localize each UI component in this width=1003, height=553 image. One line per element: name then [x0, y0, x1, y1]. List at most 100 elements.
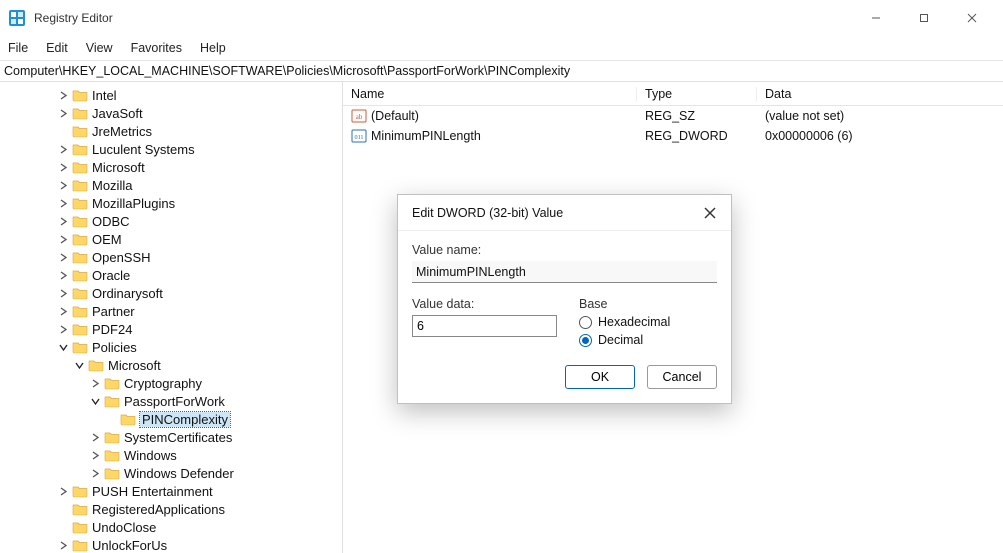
tree-label: JavaSoft [92, 106, 143, 121]
tree-label: Policies [92, 340, 137, 355]
list-row[interactable]: 011MinimumPINLengthREG_DWORD0x00000006 (… [343, 126, 1003, 146]
tree-item[interactable]: Microsoft [0, 158, 342, 176]
expand-collapse-icon[interactable] [56, 232, 70, 246]
expand-collapse-icon[interactable] [88, 394, 102, 408]
expand-collapse-icon[interactable] [56, 196, 70, 210]
tree-item[interactable]: JavaSoft [0, 104, 342, 122]
tree-item[interactable]: Luculent Systems [0, 140, 342, 158]
tree-label: OpenSSH [92, 250, 151, 265]
tree-item[interactable]: PINComplexity [0, 410, 342, 428]
tree-item[interactable]: RegisteredApplications [0, 500, 342, 518]
tree-item[interactable]: UnlockForUs [0, 536, 342, 553]
tree-item[interactable]: MozillaPlugins [0, 194, 342, 212]
tree-item[interactable]: Policies [0, 338, 342, 356]
svg-text:ab: ab [356, 113, 363, 121]
base-label: Base [579, 297, 717, 311]
list-row[interactable]: ab(Default)REG_SZ(value not set) [343, 106, 1003, 126]
tree-item[interactable]: UndoClose [0, 518, 342, 536]
tree-label: PDF24 [92, 322, 132, 337]
folder-icon [104, 376, 120, 390]
tree-label: SystemCertificates [124, 430, 232, 445]
menu-file[interactable]: File [8, 41, 28, 55]
col-data[interactable]: Data [757, 87, 1003, 101]
tree-label: Mozilla [92, 178, 132, 193]
value-name-field[interactable] [412, 261, 717, 283]
expand-collapse-icon[interactable] [56, 502, 70, 516]
expand-collapse-icon[interactable] [56, 106, 70, 120]
address-bar[interactable]: Computer\HKEY_LOCAL_MACHINE\SOFTWARE\Pol… [0, 60, 1003, 82]
folder-icon [72, 250, 88, 264]
expand-collapse-icon[interactable] [56, 88, 70, 102]
folder-icon [72, 322, 88, 336]
tree-item[interactable]: Mozilla [0, 176, 342, 194]
minimize-button[interactable] [853, 3, 899, 33]
close-button[interactable] [949, 3, 995, 33]
dialog-close-button[interactable] [695, 201, 725, 225]
expand-collapse-icon[interactable] [56, 322, 70, 336]
expand-collapse-icon[interactable] [56, 340, 70, 354]
value-type-icon: ab [351, 108, 367, 124]
tree-item[interactable]: Windows [0, 446, 342, 464]
expand-collapse-icon[interactable] [56, 142, 70, 156]
tree-item[interactable]: Ordinarysoft [0, 284, 342, 302]
expand-collapse-icon[interactable] [56, 520, 70, 534]
folder-icon [72, 286, 88, 300]
expand-collapse-icon[interactable] [56, 160, 70, 174]
expand-collapse-icon[interactable] [56, 178, 70, 192]
value-data-field[interactable] [412, 315, 557, 337]
tree-pane[interactable]: IntelJavaSoftJreMetricsLuculent SystemsM… [0, 82, 343, 553]
tree-item[interactable]: JreMetrics [0, 122, 342, 140]
tree-item[interactable]: Windows Defender [0, 464, 342, 482]
tree-item[interactable]: Partner [0, 302, 342, 320]
tree-item[interactable]: OEM [0, 230, 342, 248]
expand-collapse-icon[interactable] [56, 124, 70, 138]
tree-label: MozillaPlugins [92, 196, 175, 211]
col-name[interactable]: Name [343, 87, 637, 101]
expand-collapse-icon[interactable] [88, 448, 102, 462]
tree-item[interactable]: PDF24 [0, 320, 342, 338]
radio-hex-icon [579, 316, 592, 329]
expand-collapse-icon[interactable] [104, 412, 118, 426]
folder-icon [72, 88, 88, 102]
menu-favorites[interactable]: Favorites [131, 41, 182, 55]
expand-collapse-icon[interactable] [56, 214, 70, 228]
tree-item[interactable]: Microsoft [0, 356, 342, 374]
value-type-icon: 011 [351, 128, 367, 144]
radio-hex[interactable]: Hexadecimal [579, 315, 717, 329]
menu-edit[interactable]: Edit [46, 41, 68, 55]
folder-icon [72, 268, 88, 282]
expand-collapse-icon[interactable] [88, 376, 102, 390]
tree-item[interactable]: PassportForWork [0, 392, 342, 410]
menu-help[interactable]: Help [200, 41, 226, 55]
maximize-button[interactable] [901, 3, 947, 33]
radio-dec[interactable]: Decimal [579, 333, 717, 347]
svg-text:011: 011 [354, 134, 363, 141]
tree-item[interactable]: OpenSSH [0, 248, 342, 266]
expand-collapse-icon[interactable] [56, 286, 70, 300]
tree-item[interactable]: PUSH Entertainment [0, 482, 342, 500]
folder-icon [72, 142, 88, 156]
ok-button[interactable]: OK [565, 365, 635, 389]
folder-icon [72, 178, 88, 192]
menubar: File Edit View Favorites Help [0, 36, 1003, 60]
regedit-icon [8, 9, 26, 27]
tree-item[interactable]: Cryptography [0, 374, 342, 392]
expand-collapse-icon[interactable] [56, 484, 70, 498]
expand-collapse-icon[interactable] [88, 430, 102, 444]
col-type[interactable]: Type [637, 87, 757, 101]
expand-collapse-icon[interactable] [72, 358, 86, 372]
tree-item[interactable]: SystemCertificates [0, 428, 342, 446]
tree-item[interactable]: ODBC [0, 212, 342, 230]
folder-icon [72, 502, 88, 516]
expand-collapse-icon[interactable] [56, 268, 70, 282]
expand-collapse-icon[interactable] [56, 250, 70, 264]
expand-collapse-icon[interactable] [88, 466, 102, 480]
tree-item[interactable]: Oracle [0, 266, 342, 284]
expand-collapse-icon[interactable] [56, 538, 70, 552]
tree-item[interactable]: Intel [0, 86, 342, 104]
cancel-button[interactable]: Cancel [647, 365, 717, 389]
tree-label: PINComplexity [140, 412, 230, 427]
expand-collapse-icon[interactable] [56, 304, 70, 318]
radio-d25c-label: Decimal [598, 333, 643, 347]
menu-view[interactable]: View [86, 41, 113, 55]
